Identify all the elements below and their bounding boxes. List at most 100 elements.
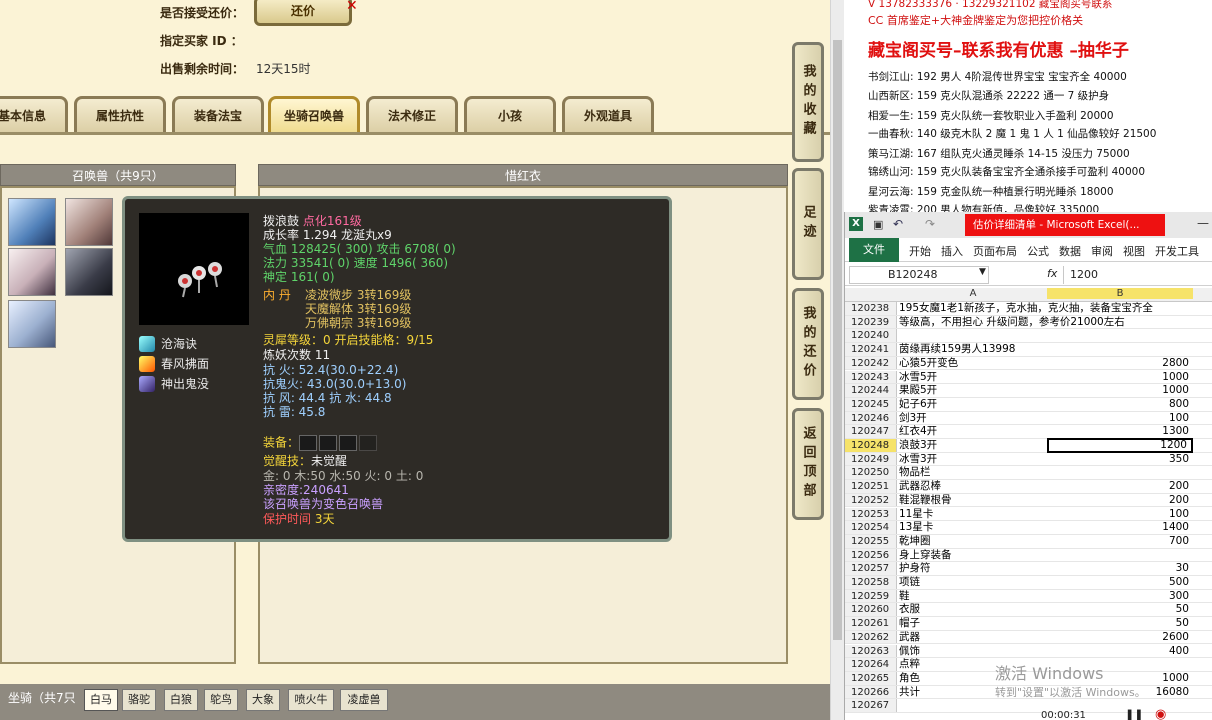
cell-b[interactable]: 50 [1047, 617, 1193, 631]
row-number[interactable]: 120256 [845, 548, 897, 562]
row-number[interactable]: 120249 [845, 452, 897, 466]
row-number[interactable]: 120261 [845, 617, 897, 630]
tab-attributes[interactable]: 属性抗性 [74, 96, 166, 132]
row-number[interactable]: 120250 [845, 466, 897, 480]
footprint-button[interactable]: 足迹 [792, 168, 824, 280]
cell-a[interactable]: 项链 [899, 576, 1047, 590]
summon-avatar-4[interactable] [65, 248, 113, 296]
table-row[interactable]: 120254 13星卡 1400 [845, 521, 1212, 535]
save-icon[interactable]: ▣ [873, 218, 883, 231]
row-number[interactable]: 120254 [845, 521, 897, 534]
table-row[interactable]: 120258 项链 500 [845, 576, 1212, 590]
cell-b[interactable]: 1400 [1047, 521, 1193, 535]
table-row[interactable]: 120255 乾坤圈 700 [845, 534, 1212, 549]
mount-tab-1[interactable]: 白马 [84, 689, 118, 711]
cell-a[interactable]: 乾坤圈 [899, 535, 1047, 549]
cell-a[interactable]: 红衣4开 [899, 425, 1047, 439]
cell-a[interactable]: 衣服 [899, 603, 1047, 617]
row-number[interactable]: 120258 [845, 576, 897, 589]
name-box-dropdown-icon[interactable]: ▼ [979, 267, 986, 277]
table-row[interactable]: 120246 剑3开 100 [845, 411, 1212, 426]
cell-a[interactable]: 等级高，不用担心 升级问题，参考价21000左右 [899, 316, 1125, 330]
cell-a[interactable]: 鞋 [899, 590, 1047, 604]
ribbon-tab-formulas[interactable]: 公式 [1027, 243, 1049, 259]
cell-b[interactable]: 100 [1047, 508, 1193, 522]
tab-spell-mod[interactable]: 法术修正 [366, 96, 458, 132]
mount-tab-3[interactable]: 白狼 [164, 689, 198, 711]
summon-avatar-3[interactable] [8, 248, 56, 296]
counter-offer-button[interactable]: 还价 [254, 0, 352, 26]
undo-icon[interactable]: ↶ [893, 217, 903, 231]
table-row[interactable]: 120249 冰雪3开 350 [845, 452, 1212, 467]
cell-a[interactable]: 茵缘再续159男人13998 [899, 343, 1047, 357]
column-header-a[interactable]: A [899, 288, 1047, 299]
cell-a[interactable]: 195女魔1老1新孩子，克水抽，克火抽，装备宝宝齐全 [899, 302, 1153, 316]
mount-tab-7[interactable]: 凌虚兽 [340, 689, 388, 711]
row-number[interactable]: 120252 [845, 493, 897, 507]
cell-a[interactable]: 剑3开 [899, 412, 1047, 426]
ribbon-tab-review[interactable]: 审阅 [1091, 243, 1113, 259]
row-number[interactable]: 120241 [845, 343, 897, 356]
formula-input[interactable]: 1200 [1063, 266, 1211, 284]
mount-tab-6[interactable]: 喷火牛 [288, 689, 334, 711]
cell-a[interactable]: 果殿5开 [899, 384, 1047, 398]
cell-a[interactable]: 武器 [899, 631, 1047, 645]
column-header-b[interactable]: B [1047, 288, 1193, 299]
ribbon-tab-insert[interactable]: 插入 [941, 243, 963, 259]
row-number[interactable]: 120244 [845, 384, 897, 397]
fx-icon[interactable]: fx [1047, 267, 1057, 280]
cell-a[interactable]: 心猿5开变色 [899, 357, 1047, 371]
table-row[interactable]: 120262 武器 2600 [845, 630, 1212, 645]
cell-b[interactable]: 30 [1047, 562, 1193, 576]
cell-b[interactable]: 200 [1047, 480, 1193, 494]
tab-appearance[interactable]: 外观道具 [562, 96, 654, 132]
row-number[interactable]: 120245 [845, 397, 897, 411]
row-number[interactable]: 120248 [845, 439, 897, 452]
table-row[interactable]: 120251 武器忍棒 200 [845, 480, 1212, 494]
summon-avatar-5[interactable] [8, 300, 56, 348]
table-row[interactable]: 120240 [845, 329, 1212, 344]
row-number[interactable]: 120239 [845, 315, 897, 329]
cell-b[interactable]: 100 [1047, 412, 1193, 426]
cell-b[interactable]: 400 [1047, 645, 1193, 659]
row-number[interactable]: 120263 [845, 644, 897, 658]
cell-b[interactable]: 350 [1047, 453, 1193, 467]
row-number[interactable]: 120267 [845, 699, 897, 712]
table-row[interactable]: 120243 冰雪5开 1000 [845, 370, 1212, 385]
row-number[interactable]: 120246 [845, 411, 897, 425]
cell-b[interactable]: 500 [1047, 576, 1193, 590]
cell-a[interactable]: 身上穿装备 [899, 549, 1047, 563]
table-row[interactable]: 120244 果殿5开 1000 [845, 384, 1212, 398]
table-row[interactable]: 120252 鞋混鞭根骨 200 [845, 493, 1212, 508]
minimize-icon[interactable]: — [1197, 216, 1209, 230]
table-row[interactable]: 120248 浪鼓3开 1200 [845, 438, 1212, 453]
table-row[interactable]: 120238 195女魔1老1新孩子，克水抽，克火抽，装备宝宝齐全 [845, 302, 1212, 316]
cell-a[interactable]: 护身符 [899, 562, 1047, 576]
table-row[interactable]: 120239 等级高，不用担心 升级问题，参考价21000左右 [845, 315, 1212, 330]
cell-a[interactable]: 13星卡 [899, 521, 1047, 535]
table-row[interactable]: 120253 11星卡 100 [845, 507, 1212, 522]
row-number[interactable]: 120259 [845, 589, 897, 603]
cell-a[interactable]: 帽子 [899, 617, 1047, 631]
mount-tab-2[interactable]: 骆驼 [122, 689, 156, 711]
tab-mount-summons[interactable]: 坐骑召唤兽 [268, 96, 360, 132]
row-number[interactable]: 120251 [845, 480, 897, 493]
cell-b[interactable]: 700 [1047, 535, 1193, 549]
cell-b[interactable]: 200 [1047, 494, 1193, 508]
cell-b[interactable]: 50 [1047, 603, 1193, 617]
row-number[interactable]: 120264 [845, 658, 897, 671]
summon-avatar-1[interactable] [8, 198, 56, 246]
ribbon-tab-file[interactable]: 文件 [849, 238, 899, 262]
redo-icon[interactable]: ↷ [925, 217, 935, 231]
mount-tab-4[interactable]: 鸵鸟 [204, 689, 238, 711]
cell-b[interactable]: 2800 [1047, 357, 1193, 371]
table-row[interactable]: 120242 心猿5开变色 2800 [845, 356, 1212, 371]
ribbon-tab-developer[interactable]: 开发工具 [1155, 243, 1199, 259]
cell-a[interactable]: 浪鼓3开 [899, 439, 1047, 453]
cell-a[interactable]: 11星卡 [899, 508, 1047, 522]
back-to-top-button[interactable]: 返回顶部 [792, 408, 824, 520]
row-number[interactable]: 120240 [845, 329, 897, 343]
table-row[interactable]: 120263 佩饰 400 [845, 644, 1212, 659]
mount-tab-5[interactable]: 大象 [246, 689, 280, 711]
ribbon-tab-home[interactable]: 开始 [909, 243, 931, 259]
